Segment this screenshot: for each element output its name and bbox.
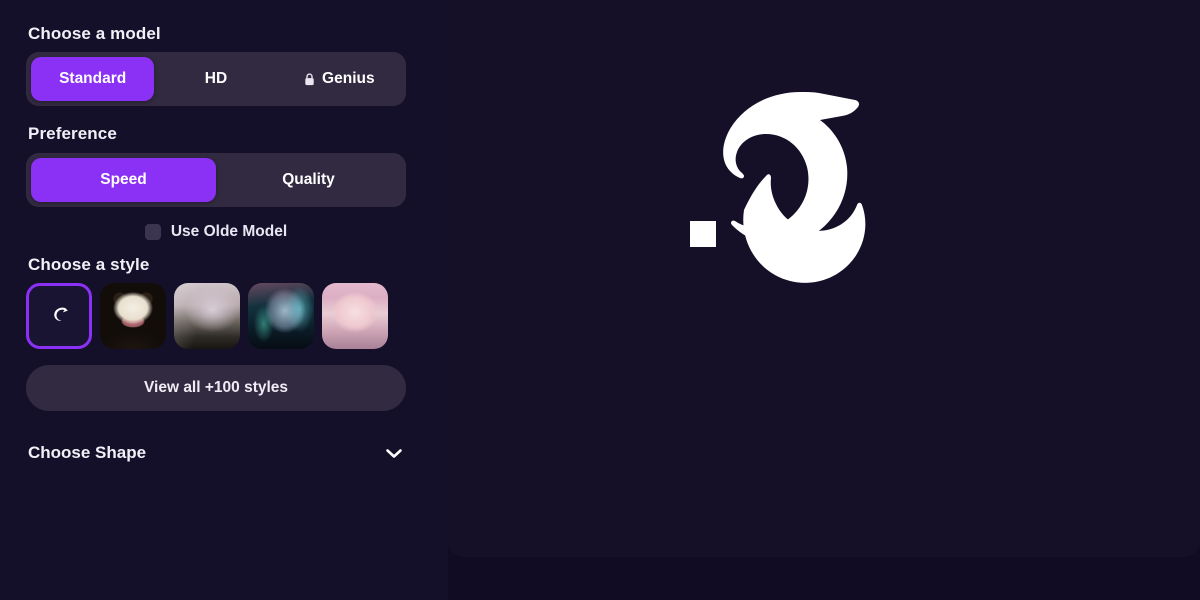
use-olde-model-row[interactable]: Use Olde Model	[26, 223, 406, 241]
model-option-genius[interactable]: Genius	[278, 57, 401, 101]
model-segmented-control: Standard HD Genius	[26, 52, 406, 107]
preference-option-speed[interactable]: Speed	[31, 157, 216, 202]
preference-heading: Preference	[28, 124, 117, 144]
placeholder-square	[690, 221, 716, 247]
model-option-genius-label: Genius	[322, 70, 375, 88]
lock-icon	[304, 73, 315, 86]
use-olde-model-label: Use Olde Model	[170, 222, 288, 240]
style-thumb-forest[interactable]	[174, 283, 240, 350]
model-option-hd-label: HD	[204, 70, 228, 88]
view-all-styles-label: View all +100 styles	[143, 379, 289, 397]
chevron-down-icon[interactable]	[382, 441, 406, 465]
model-option-standard-label: Standard	[59, 70, 127, 88]
app-root: Choose a model Standard HD Genius Prefer…	[0, 0, 1200, 600]
style-thumb-anime-portrait[interactable]	[322, 283, 388, 350]
choose-model-heading: Choose a model	[28, 24, 161, 43]
preview-canvas-panel	[448, 0, 1200, 557]
choose-style-heading: Choose a style	[28, 254, 150, 274]
style-thumbnail-list	[26, 283, 406, 350]
model-option-hd[interactable]: HD	[154, 57, 277, 101]
use-olde-model-checkbox[interactable]	[144, 223, 161, 240]
style-thumb-no-style[interactable]	[26, 283, 92, 350]
choose-shape-label: Choose Shape	[28, 443, 147, 463]
preference-segmented-control: Speed Quality	[26, 152, 406, 207]
style-thumb-panda[interactable]	[100, 283, 166, 350]
dolphin-logo	[688, 78, 908, 298]
preference-option-speed-label: Speed	[100, 170, 147, 188]
settings-sidebar: Choose a model Standard HD Genius Prefer…	[0, 0, 448, 600]
view-all-styles-button[interactable]: View all +100 styles	[26, 365, 406, 412]
preference-option-quality-label: Quality	[282, 170, 335, 188]
style-thumb-cyberpunk[interactable]	[248, 283, 314, 350]
dolphin-logo-icon	[44, 301, 74, 331]
model-option-standard[interactable]: Standard	[31, 57, 155, 102]
choose-shape-row[interactable]: Choose Shape	[26, 441, 406, 465]
preference-option-quality[interactable]: Quality	[216, 158, 401, 202]
